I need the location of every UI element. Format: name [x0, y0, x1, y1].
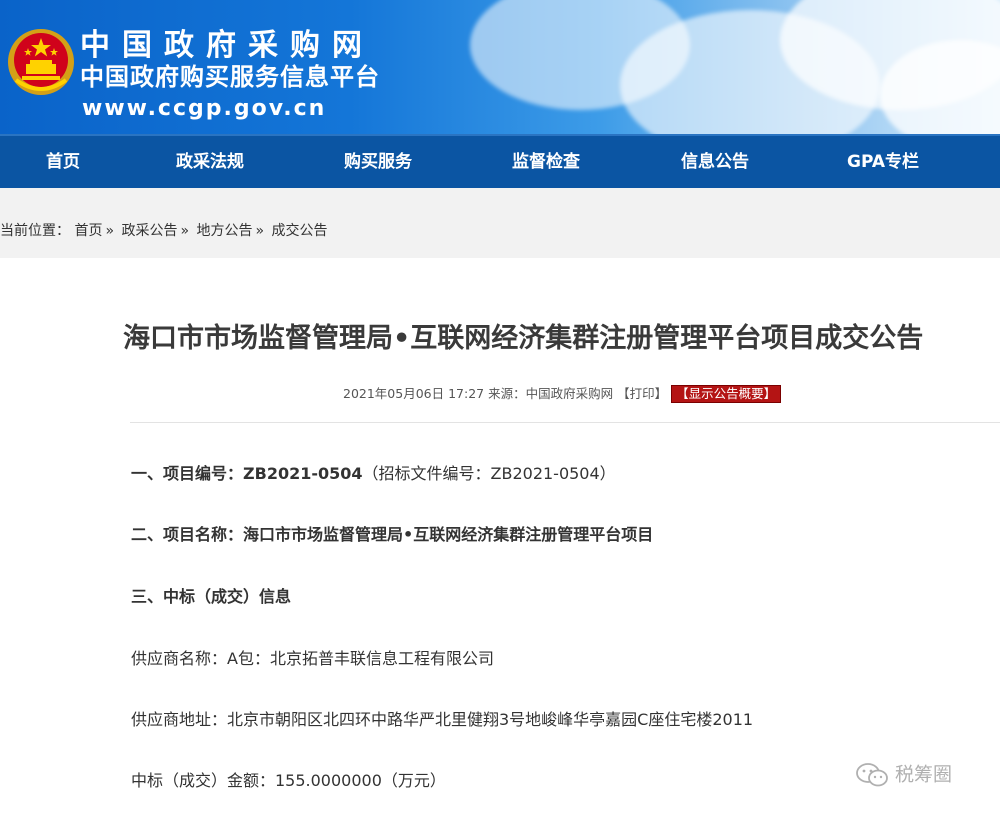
breadcrumb-deal-notices[interactable]: 成交公告	[272, 223, 328, 239]
project-number-label: 一、项目编号：	[131, 464, 244, 483]
breadcrumb-prefix: 当前位置：	[0, 223, 70, 239]
award-info-label: 三、中标（成交）信息	[131, 587, 292, 606]
tender-doc-number: （招标文件编号：ZB2021-0504）	[362, 464, 616, 483]
national-emblem-icon	[8, 29, 74, 95]
wechat-icon	[856, 763, 888, 787]
project-name: 二、项目名称：海口市市场监督管理局•互联网经济集群注册管理平台项目	[131, 523, 653, 547]
breadcrumb: 当前位置： 首页» 政采公告» 地方公告» 成交公告	[0, 221, 328, 241]
print-button[interactable]: 【打印】	[617, 386, 667, 401]
site-url[interactable]: www.ccgp.gov.cn	[82, 96, 326, 122]
article-source: 来源：中国政府采购网	[488, 386, 614, 401]
breadcrumb-home[interactable]: 首页	[74, 223, 102, 239]
breadcrumb-separator: »	[105, 223, 115, 239]
site-subtitle: 中国政府购买服务信息平台	[80, 63, 380, 91]
breadcrumb-local-notices[interactable]: 地方公告	[197, 223, 253, 239]
project-number-value: ZB2021-0504	[243, 464, 363, 483]
watermark: 税筹圈	[855, 762, 952, 788]
article-meta: 2021年05月06日 17:27 来源：中国政府采购网 【打印】 【显示公告概…	[343, 385, 782, 403]
nav-item-announcements[interactable]: 信息公告	[681, 136, 749, 188]
nav-item-gpa[interactable]: GPA专栏	[847, 136, 919, 188]
divider	[130, 422, 1000, 423]
show-summary-button[interactable]: 【显示公告概要】	[671, 385, 782, 403]
breadcrumb-separator: »	[180, 223, 190, 239]
project-name-label: 二、项目名称：	[131, 525, 244, 544]
watermark-text: 税筹圈	[895, 763, 953, 786]
breadcrumb-separator: »	[255, 223, 265, 239]
award-info-heading: 三、中标（成交）信息	[131, 585, 291, 609]
supplier-name: 供应商名称：A包：北京拓普丰联信息工程有限公司	[131, 649, 494, 668]
award-amount: 中标（成交）金额：155.0000000（万元）	[131, 771, 446, 790]
nav-item-home[interactable]: 首页	[46, 136, 80, 188]
nav-item-supervision[interactable]: 监督检查	[512, 136, 580, 188]
publish-date: 2021年05月06日 17:27	[343, 386, 485, 401]
supplier-address: 供应商地址：北京市朝阳区北四环中路华严北里健翔3号地峻峰华亭嘉园C座住宅楼201…	[131, 710, 754, 729]
nav-item-purchase-services[interactable]: 购买服务	[344, 136, 412, 188]
project-name-value: 海口市市场监督管理局•互联网经济集群注册管理平台项目	[243, 525, 654, 544]
site-name: 中国政府采购网	[80, 28, 374, 63]
project-number: 一、项目编号：ZB2021-0504（招标文件编号：ZB2021-0504）	[131, 462, 616, 486]
nav-item-regulations[interactable]: 政采法规	[176, 136, 244, 188]
breadcrumb-procurement-notices[interactable]: 政采公告	[121, 223, 177, 239]
page-title: 海口市市场监督管理局•互联网经济集群注册管理平台项目成交公告	[123, 323, 924, 354]
site-banner: 中国政府采购网 中国政府购买服务信息平台 www.ccgp.gov.cn	[0, 0, 1000, 134]
main-nav: 首页 政采法规 购买服务 监督检查 信息公告 GPA专栏	[0, 134, 1000, 188]
